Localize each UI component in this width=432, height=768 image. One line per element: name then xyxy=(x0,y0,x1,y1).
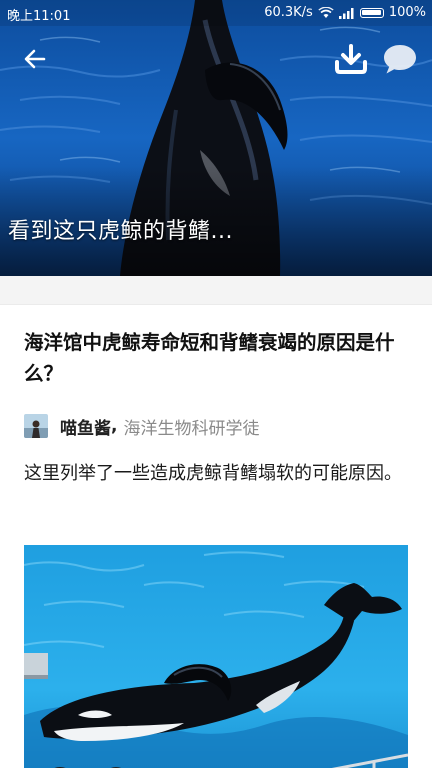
orca-pool-photo xyxy=(24,545,408,768)
status-bar: 晚上11:01 60.3K/s 100% xyxy=(0,0,432,26)
download-button[interactable] xyxy=(332,40,370,78)
signal-icon xyxy=(338,7,355,19)
author-bio: 海洋生物科研学徒 xyxy=(123,418,260,439)
hero-title[interactable]: 看到这只虎鲸的背鳍... xyxy=(8,213,233,245)
answer-body-text: 这里列举了一些造成虎鲸背鳍塌软的可能原因。 xyxy=(24,463,402,484)
orca-pool-image[interactable] xyxy=(24,545,408,768)
author-name[interactable]: 喵鱼酱 xyxy=(60,414,111,439)
author-row[interactable]: 喵鱼酱 , 海洋生物科研学徒 xyxy=(24,413,259,439)
comment-button[interactable] xyxy=(380,40,420,78)
author-separator: , xyxy=(111,416,118,436)
battery-icon xyxy=(359,7,384,18)
avatar[interactable] xyxy=(24,414,48,438)
back-button[interactable] xyxy=(18,42,52,76)
arrow-left-icon xyxy=(24,49,46,69)
network-speed: 60.3K/s xyxy=(264,5,313,20)
wifi-icon xyxy=(318,6,334,19)
comment-bubble-icon xyxy=(384,45,416,74)
battery-level: 100% xyxy=(388,5,426,20)
answer-screen: 看到这只虎鲸的背鳍... 晚上11:01 60.3K/s 100% 海洋馆中虎鲸… xyxy=(0,0,432,768)
section-divider xyxy=(0,276,432,305)
download-icon xyxy=(335,44,367,74)
status-indicators: 60.3K/s 100% xyxy=(264,5,426,20)
question-title[interactable]: 海洋馆中虎鲸寿命短和背鳍衰竭的原因是什么？ xyxy=(24,327,404,389)
status-time: 晚上11:01 xyxy=(7,9,71,24)
